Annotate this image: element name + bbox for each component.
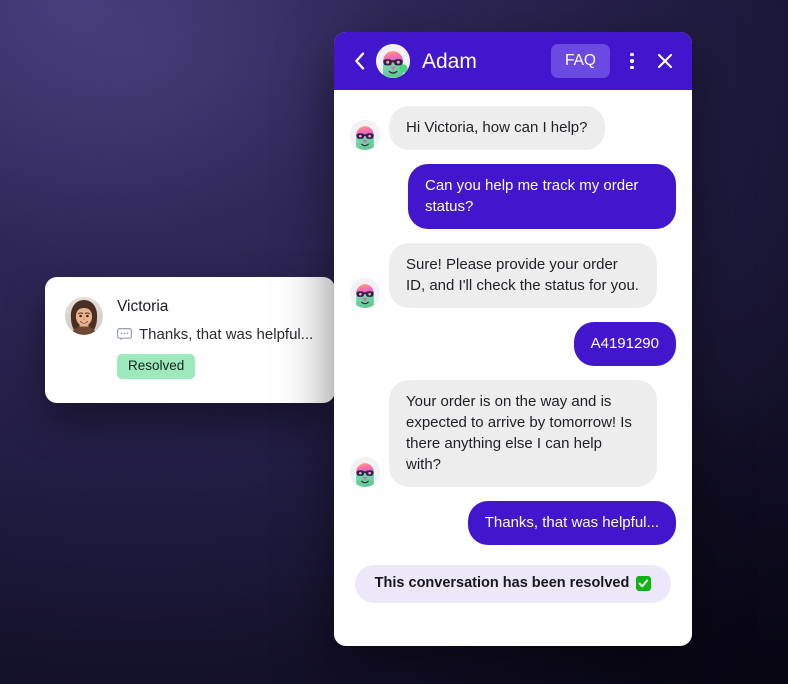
message-bubble: Thanks, that was helpful... — [467, 501, 676, 545]
chat-header: Adam FAQ — [334, 32, 692, 90]
message-row: Can you help me track my order status? — [350, 164, 676, 229]
conversation-card-victoria[interactable]: Victoria Thanks, that was helpful... Res… — [45, 277, 335, 403]
message-bubble: Hi Victoria, how can I help? — [389, 106, 605, 150]
bot-avatar-icon — [376, 44, 410, 78]
faq-button[interactable]: FAQ — [550, 44, 610, 78]
conversation-card-preview-line: Thanks, that was helpful... — [117, 326, 313, 343]
message-bubble: Sure! Please provide your order ID, and … — [389, 243, 657, 308]
conversation-card-row: Victoria Thanks, that was helpful... Res… — [65, 297, 317, 380]
resolved-banner-row: This conversation has been resolved — [350, 565, 676, 603]
bot-avatar-icon — [350, 278, 380, 308]
message-row: Sure! Please provide your order ID, and … — [350, 243, 676, 308]
conversation-card-preview-text: Thanks, that was helpful... — [139, 325, 314, 343]
message-row: Hi Victoria, how can I help? — [350, 106, 676, 150]
message-bubble: Your order is on the way and is expected… — [389, 380, 657, 487]
message-row: Your order is on the way and is expected… — [350, 380, 676, 487]
green-check-icon — [636, 576, 652, 591]
back-button[interactable] — [346, 48, 372, 74]
chat-bubble-icon — [117, 327, 132, 341]
resolved-banner-text: This conversation has been resolved — [374, 575, 630, 592]
message-row: A4191290 — [350, 322, 676, 366]
message-list: Hi Victoria, how can I help? Can you hel… — [334, 90, 692, 646]
bot-avatar-icon — [350, 120, 380, 150]
conversation-card-body: Victoria Thanks, that was helpful... Res… — [117, 297, 313, 380]
resolved-banner: This conversation has been resolved — [354, 565, 672, 603]
chat-widget-panel: Adam FAQ Hi Victoria, how can I help? Ca… — [334, 32, 692, 646]
close-icon — [657, 53, 673, 69]
chevron-left-icon — [354, 52, 364, 70]
message-bubble: Can you help me track my order status? — [408, 164, 676, 229]
message-row: Thanks, that was helpful... — [350, 501, 676, 545]
kebab-dot — [630, 52, 634, 57]
kebab-dot — [630, 65, 634, 70]
conversation-card-name: Victoria — [117, 298, 169, 315]
close-button[interactable] — [651, 47, 679, 75]
message-bubble: A4191290 — [573, 322, 676, 366]
bot-avatar-icon — [350, 457, 380, 487]
kebab-dot — [630, 59, 634, 63]
victoria-photo-avatar — [65, 297, 103, 335]
chat-header-title: Adam — [422, 49, 477, 73]
kebab-menu-icon[interactable] — [619, 48, 645, 74]
status-badge-resolved: Resolved — [117, 353, 196, 380]
